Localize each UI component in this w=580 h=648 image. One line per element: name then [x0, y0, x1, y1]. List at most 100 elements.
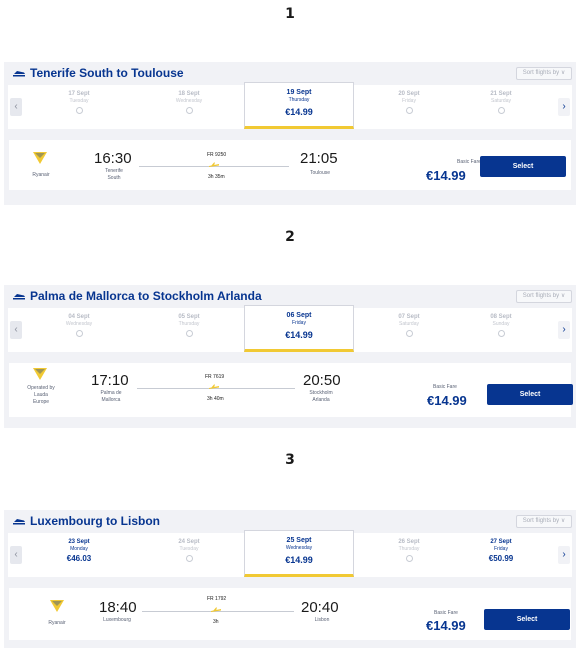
date-day: 05 Sept [178, 314, 200, 320]
sort-dropdown[interactable]: Sort flights by ∨ [516, 67, 572, 80]
arrival-place: Lisbon [314, 617, 330, 623]
date-option[interactable]: 08 Sept Sunday [446, 308, 556, 352]
date-day: 24 Sept [178, 539, 200, 545]
flight-duration: 3h 40m [207, 396, 224, 402]
date-price: €14.99 [285, 555, 313, 565]
sort-dropdown[interactable]: Sort flights by ∨ [516, 515, 572, 528]
fare-label: Basic Fare [434, 610, 458, 616]
departure-place: Palma de Mallorca [100, 390, 122, 403]
date-option[interactable]: 18 Sept Wednesday [134, 85, 244, 129]
no-flights-icon [185, 330, 193, 337]
prev-dates-button[interactable]: ‹ [10, 546, 22, 564]
no-flights-icon [405, 555, 413, 562]
date-day: 25 Sept [286, 537, 312, 544]
route-title: Palma de Mallorca to Stockholm Arlanda [30, 289, 262, 303]
arrival-place: Stockholm Arlanda [309, 390, 333, 403]
plane-icon [209, 384, 219, 389]
fare-price: €14.99 [426, 618, 466, 633]
route-title: Tenerife South to Toulouse [30, 66, 184, 80]
chevron-right-icon: › [562, 324, 566, 335]
select-button[interactable]: Select [484, 609, 570, 630]
next-dates-button[interactable]: › [558, 546, 570, 564]
date-option-selected[interactable]: 19 Sept Thursday €14.99 [244, 82, 354, 129]
sort-dropdown[interactable]: Sort flights by ∨ [516, 290, 572, 303]
no-flights-icon [497, 107, 505, 114]
departure-time: 18:40 [99, 599, 137, 616]
operator-name: Operated by Lauda Europe [27, 385, 55, 405]
date-day: 19 Sept [286, 89, 312, 96]
date-day: 06 Sept [286, 312, 312, 319]
chevron-down-icon: ∨ [560, 293, 566, 299]
operator-name: Ryanair [48, 620, 66, 626]
ryanair-logo-icon [33, 368, 47, 380]
flight-panel: Tenerife South to Toulouse Sort flights … [4, 62, 576, 205]
flight-duration: 3h [213, 619, 219, 625]
departure-time: 16:30 [94, 150, 132, 167]
ryanair-logo-icon [33, 152, 47, 164]
chevron-left-icon: ‹ [14, 101, 18, 112]
fare-price: €14.99 [427, 393, 467, 408]
date-option[interactable]: 24 Sept Tuesday [134, 533, 244, 577]
chevron-right-icon: › [562, 549, 566, 560]
date-option[interactable]: 05 Sept Thursday [134, 308, 244, 352]
no-flights-icon [405, 330, 413, 337]
date-weekday: Sunday [492, 321, 510, 327]
plane-icon [209, 162, 219, 167]
flight-number: FR 7619 [205, 374, 225, 380]
plane-icon [13, 519, 25, 525]
next-dates-button[interactable]: › [558, 321, 570, 339]
date-price: €50.99 [488, 554, 514, 563]
date-carousel: ‹ 23 Sept Monday €46.03 24 Sept Tuesday … [8, 530, 572, 577]
date-price: €14.99 [285, 107, 313, 117]
date-weekday: Friday [292, 320, 306, 326]
date-option[interactable]: 27 Sept Friday €50.99 [446, 533, 556, 577]
section-number: 1 [285, 6, 295, 22]
chevron-down-icon: ∨ [560, 70, 566, 76]
section-number: 3 [285, 452, 295, 468]
date-day: 21 Sept [490, 91, 512, 97]
date-day: 04 Sept [68, 314, 90, 320]
date-weekday: Wednesday [175, 98, 203, 104]
no-flights-icon [185, 555, 193, 562]
date-weekday: Monday [70, 546, 88, 552]
date-weekday: Thursday [288, 97, 310, 103]
prev-dates-button[interactable]: ‹ [10, 321, 22, 339]
route-header: Tenerife South to Toulouse Sort flights … [4, 62, 576, 84]
date-weekday: Thursday [178, 321, 200, 327]
flight-panel: Luxembourg to Lisbon Sort flights by ∨ ‹… [4, 510, 576, 648]
date-option[interactable]: 21 Sept Saturday [446, 85, 556, 129]
select-button[interactable]: Select [487, 384, 573, 405]
no-flights-icon [405, 107, 413, 114]
date-option[interactable]: 17 Sept Tuesday [24, 85, 134, 129]
route-title: Luxembourg to Lisbon [30, 514, 160, 528]
no-flights-icon [185, 107, 193, 114]
operator-name: Ryanair [32, 172, 50, 178]
date-option[interactable]: 04 Sept Wednesday [24, 308, 134, 352]
section-number: 2 [285, 229, 295, 245]
flight-duration: 3h 35m [208, 174, 225, 180]
plane-icon [13, 294, 25, 300]
next-dates-button[interactable]: › [558, 98, 570, 116]
fare-label: Basic Fare [457, 159, 481, 165]
ryanair-logo-icon [50, 600, 64, 612]
plane-icon [211, 607, 221, 612]
prev-dates-button[interactable]: ‹ [10, 98, 22, 116]
no-flights-icon [75, 330, 83, 337]
arrival-time: 20:50 [303, 372, 341, 389]
fare-price: €14.99 [426, 168, 466, 183]
date-option-selected[interactable]: 25 Sept Wednesday €14.99 [244, 530, 354, 577]
chevron-down-icon: ∨ [560, 518, 566, 524]
chevron-right-icon: › [562, 101, 566, 112]
date-carousel: ‹ 17 Sept Tuesday 18 Sept Wednesday 19 S… [8, 82, 572, 129]
flight-card: Ryanair 18:40 Luxembourg FR 1792 3h 20:4… [9, 588, 571, 640]
fare-label: Basic Fare [433, 384, 457, 390]
date-day: 18 Sept [178, 91, 200, 97]
arrival-time: 20:40 [301, 599, 339, 616]
date-option[interactable]: 23 Sept Monday €46.03 [24, 533, 134, 577]
date-weekday: Saturday [490, 98, 511, 104]
date-weekday: Wednesday [285, 545, 313, 551]
departure-time: 17:10 [91, 372, 129, 389]
no-flights-icon [497, 330, 505, 337]
date-option-selected[interactable]: 06 Sept Friday €14.99 [244, 305, 354, 352]
select-button[interactable]: Select [480, 156, 566, 177]
